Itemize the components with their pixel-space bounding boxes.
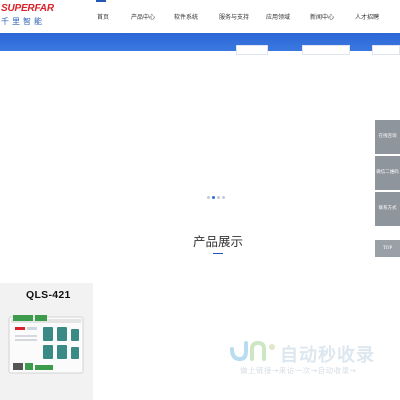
banner-dot[interactable] bbox=[207, 196, 210, 199]
logo-text-cn: 千里智能 bbox=[1, 17, 45, 26]
banner-panel bbox=[302, 45, 350, 55]
banner-dot[interactable] bbox=[222, 196, 225, 199]
logo-text-en: SUPERFAR bbox=[1, 3, 54, 14]
nav-item-careers[interactable]: 人才招聘 bbox=[355, 12, 379, 21]
page: SUPERFAR 千里智能 首页 产品中心 软件系统 服务与支持 应用领域 新闻… bbox=[0, 0, 400, 400]
wechat-qrcode-button[interactable]: 微信二维码 bbox=[375, 156, 400, 190]
main-nav: 首页 产品中心 软件系统 服务与支持 应用领域 新闻中心 人才招聘 bbox=[88, 0, 400, 33]
section-title-underline bbox=[213, 253, 223, 254]
banner-dot[interactable] bbox=[217, 196, 220, 199]
banner-dot-active[interactable] bbox=[212, 196, 215, 199]
watermark-subtitle: 做上链接→来访一次→自动收录→ bbox=[240, 366, 357, 375]
banner-panel bbox=[236, 45, 268, 55]
nav-item-applications[interactable]: 应用领域 bbox=[266, 12, 290, 21]
logo[interactable]: SUPERFAR 千里智能 bbox=[0, 3, 60, 31]
nav-item-service[interactable]: 服务与支持 bbox=[219, 12, 249, 21]
back-to-top-button[interactable]: TOP bbox=[375, 240, 400, 257]
hero-banner[interactable] bbox=[0, 33, 400, 205]
nav-item-software[interactable]: 软件系统 bbox=[174, 12, 198, 21]
side-float-bar: 在线咨询 微信二维码 联系方式 TOP bbox=[375, 120, 400, 257]
watermark-title: 自动秒收录 bbox=[280, 345, 375, 366]
contact-button[interactable]: 联系方式 bbox=[375, 192, 400, 226]
nav-item-news[interactable]: 新闻中心 bbox=[310, 12, 334, 21]
online-consult-button[interactable]: 在线咨询 bbox=[375, 120, 400, 154]
site-header: SUPERFAR 千里智能 首页 产品中心 软件系统 服务与支持 应用领域 新闻… bbox=[0, 0, 400, 33]
product-card[interactable]: QLS-421 bbox=[0, 283, 93, 400]
controller-device-image bbox=[8, 315, 84, 374]
watermark-logo-icon bbox=[230, 340, 275, 362]
product-name: QLS-421 bbox=[26, 289, 71, 301]
nav-item-products[interactable]: 产品中心 bbox=[131, 12, 155, 21]
section-title: 产品展示 bbox=[192, 234, 243, 249]
nav-item-home[interactable]: 首页 bbox=[95, 0, 109, 21]
banner-panel bbox=[372, 45, 400, 55]
watermark: 自动秒收录 做上链接→来访一次→自动收录→ bbox=[228, 339, 398, 379]
